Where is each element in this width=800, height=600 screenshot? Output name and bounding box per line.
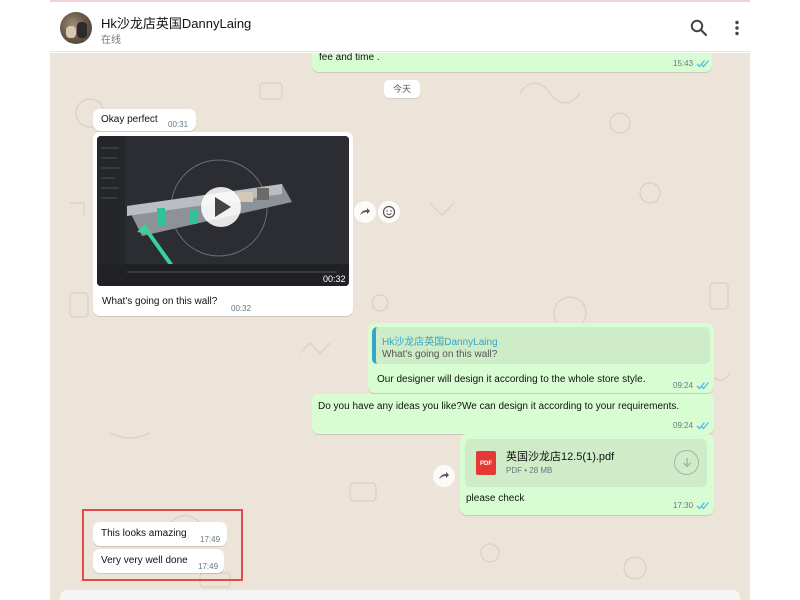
emoji-reaction-icon[interactable] [378,201,400,223]
video-preview-image [97,136,349,286]
pdf-attachment[interactable]: PDF 英国沙龙店12.5(1).pdf PDF • 28 MB [465,439,707,487]
message-bubble-incoming[interactable]: Okay perfect 00:31 [93,109,196,131]
avatar[interactable] [60,12,92,44]
message-bubble-outgoing[interactable]: fee and time . 15:43 [312,53,712,72]
quoted-author: Hk沙龙店英国DannyLaing [382,337,498,348]
highlight-box [82,509,243,581]
message-bubble-outgoing[interactable]: Do you have any ideas you like?We can de… [312,394,714,434]
video-duration: 00:32 [323,274,346,284]
message-time: 17:30 [673,501,694,510]
chat-area[interactable]: fee and time . 15:43 今天 Okay perfect 00:… [50,53,750,600]
download-icon[interactable] [674,450,699,475]
document-meta: PDF • 28 MB [506,466,553,475]
document-file-name: 英国沙龙店12.5(1).pdf [506,451,615,463]
message-time: 00:32 [231,304,252,313]
forward-icon[interactable] [354,201,376,223]
video-thumbnail[interactable]: 00:32 [97,136,349,286]
document-caption: please check [466,493,525,504]
more-vertical-icon[interactable] [727,18,747,38]
date-divider: 今天 [384,80,420,98]
message-composer[interactable] [60,590,740,600]
message-text: Okay perfect [101,114,158,125]
message-text: Do you have any ideas you like?We can de… [318,401,680,412]
message-time: 09:24 [673,381,694,390]
read-ticks-icon [696,60,709,68]
message-time: 09:24 [673,421,694,430]
contact-status: 在线 [101,35,121,46]
quoted-message[interactable]: Hk沙龙店英国DannyLaing What's going on this w… [372,327,710,364]
contact-name[interactable]: Hk沙龙店英国DannyLaing [101,13,251,32]
pdf-file-icon: PDF [476,451,496,475]
chat-header: Hk沙龙店英国DannyLaing 在线 [50,2,750,52]
message-text: fee and time . [319,53,380,63]
read-ticks-icon [696,382,709,390]
message-time: 00:31 [168,120,189,129]
video-caption: What's going on this wall? [102,296,218,307]
message-text: Our designer will design it according to… [377,374,646,385]
search-icon[interactable] [689,18,709,38]
read-ticks-icon [696,422,709,430]
read-ticks-icon [696,502,709,510]
message-time: 15:43 [673,59,694,68]
whatsapp-window: Hk沙龙店英国DannyLaing 在线 fee and time . 15:4… [0,0,800,600]
forward-icon[interactable] [433,465,455,487]
quoted-text: What's going on this wall? [382,349,498,360]
